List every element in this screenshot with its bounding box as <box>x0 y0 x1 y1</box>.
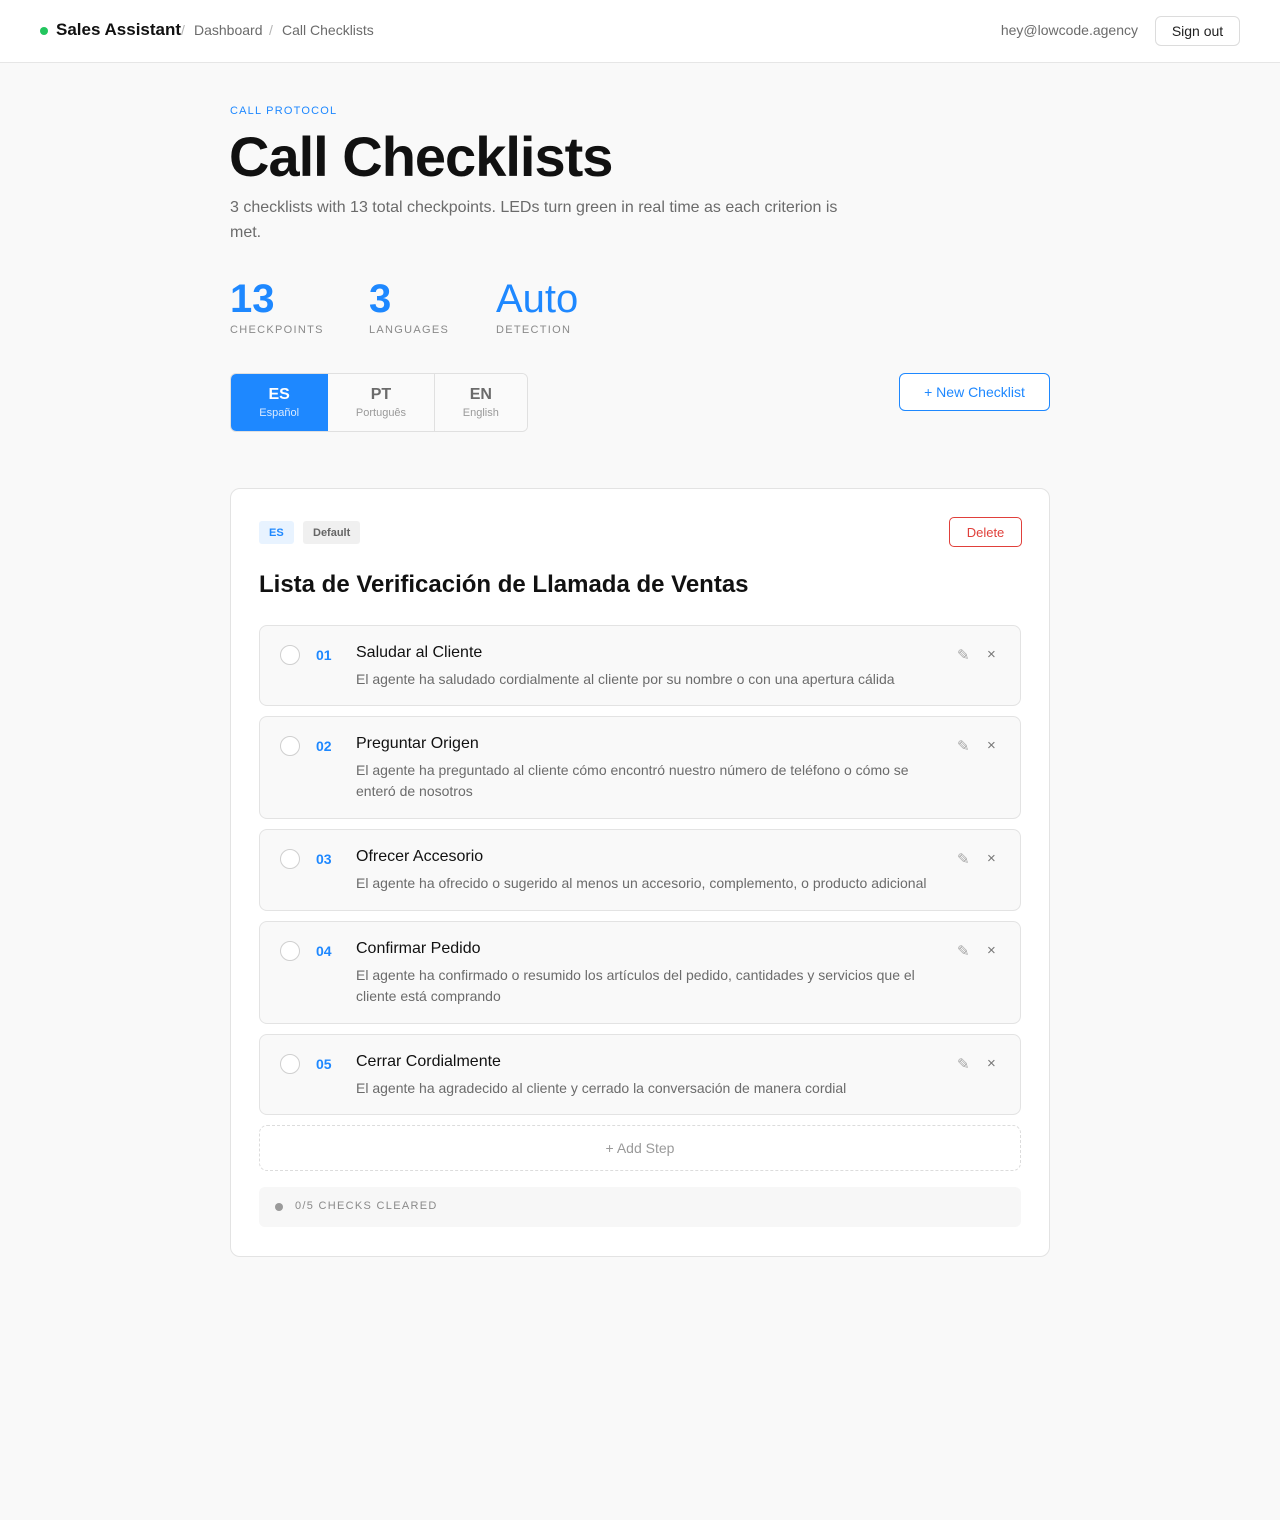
step-title: Saludar al Cliente <box>356 644 483 661</box>
pencil-icon[interactable]: ✎ <box>957 646 970 664</box>
step-number: 01 <box>316 647 332 663</box>
step-description: El agente ha confirmado o resumido los a… <box>356 967 915 1004</box>
led-indicator-icon <box>280 645 300 665</box>
step-number: 05 <box>316 1056 332 1072</box>
stat-value: Auto <box>496 277 579 321</box>
tab-language-pt[interactable]: PT Português <box>328 374 435 431</box>
language-badge: ES <box>259 521 294 544</box>
tab-language-es[interactable]: ES Español <box>231 374 329 431</box>
user-email: hey@lowcode.agency <box>1000 22 1138 38</box>
stat-checkpoints: 13 CHECKPOINTS <box>230 278 324 336</box>
stat-languages: 3 LANGUAGES <box>369 278 449 336</box>
led-indicator-icon <box>280 941 300 961</box>
tab-language-name: English <box>462 407 499 419</box>
stat-value: 13 <box>230 277 275 321</box>
checks-progress: 0/5 CHECKS CLEARED <box>259 1187 1021 1227</box>
tab-language-code: EN <box>469 386 492 403</box>
page-subtitle: 3 checklists with 13 total checkpoints. … <box>230 199 838 241</box>
checklist-card: ES Default Delete Lista de Verificación … <box>230 488 1050 1257</box>
step-description: El agente ha agradecido al cliente y cer… <box>356 1080 847 1096</box>
stat-label: DETECTION <box>496 324 572 336</box>
pencil-icon[interactable]: ✎ <box>957 1055 970 1073</box>
step-title: Confirmar Pedido <box>356 940 481 957</box>
step-number: 04 <box>316 943 332 959</box>
led-indicator-icon <box>280 736 300 756</box>
pencil-icon[interactable]: ✎ <box>957 737 970 755</box>
sign-out-button[interactable]: Sign out <box>1155 16 1240 46</box>
close-icon[interactable]: × <box>987 1055 996 1072</box>
status-dot-icon <box>40 27 48 35</box>
close-icon[interactable]: × <box>987 850 996 867</box>
top-bar: Sales Assistant / Dashboard / Call Check… <box>0 0 1280 63</box>
breadcrumb-separator: / <box>269 22 273 38</box>
stat-label: LANGUAGES <box>369 324 450 336</box>
add-step-button[interactable]: + Add Step <box>259 1125 1021 1171</box>
pencil-icon[interactable]: ✎ <box>957 942 970 960</box>
breadcrumb-current: Call Checklists <box>282 22 374 38</box>
default-badge: Default <box>303 521 361 544</box>
step-title: Preguntar Origen <box>356 735 479 752</box>
step-description: El agente ha ofrecido o sugerido al meno… <box>356 875 927 891</box>
pencil-icon[interactable]: ✎ <box>957 850 970 868</box>
page-eyebrow: CALL PROTOCOL <box>230 105 338 117</box>
checklist-title: Lista de Verificación de Llamada de Vent… <box>259 571 749 598</box>
progress-dot-icon <box>275 1203 283 1211</box>
tab-language-code: ES <box>268 386 290 403</box>
close-icon[interactable]: × <box>987 942 996 959</box>
breadcrumb-separator: / <box>181 22 185 38</box>
language-tabs: ES Español PT Português EN English <box>230 373 528 432</box>
app-name[interactable]: Sales Assistant <box>56 20 181 40</box>
checklist-step: 05 Cerrar Cordialmente El agente ha agra… <box>259 1034 1021 1115</box>
checklist-step: 02 Preguntar Origen El agente ha pregunt… <box>259 716 1021 819</box>
breadcrumb-dashboard[interactable]: Dashboard <box>194 22 263 38</box>
stat-value: 3 <box>369 277 392 321</box>
close-icon[interactable]: × <box>987 646 996 663</box>
step-title: Ofrecer Accesorio <box>356 848 484 865</box>
delete-checklist-button[interactable]: Delete <box>949 517 1022 547</box>
step-description: El agente ha preguntado al cliente cómo … <box>356 762 909 799</box>
checklist-step: 04 Confirmar Pedido El agente ha confirm… <box>259 921 1021 1024</box>
step-number: 02 <box>316 738 332 754</box>
tab-language-code: PT <box>370 386 392 403</box>
stat-detection: Auto DETECTION <box>496 278 578 336</box>
tab-language-name: Español <box>259 407 300 419</box>
progress-text: 0/5 CHECKS CLEARED <box>295 1200 438 1212</box>
stat-label: CHECKPOINTS <box>230 324 324 336</box>
step-title: Cerrar Cordialmente <box>356 1053 501 1070</box>
step-description: El agente ha saludado cordialmente al cl… <box>356 671 895 687</box>
close-icon[interactable]: × <box>987 737 996 754</box>
checklist-step: 01 Saludar al Cliente El agente ha salud… <box>259 625 1021 706</box>
step-number: 03 <box>316 851 332 867</box>
led-indicator-icon <box>280 1054 300 1074</box>
tab-language-en[interactable]: EN English <box>434 374 527 431</box>
led-indicator-icon <box>280 849 300 869</box>
tab-language-name: Português <box>355 407 407 419</box>
page-title: Call Checklists <box>229 125 613 188</box>
new-checklist-button[interactable]: + New Checklist <box>899 373 1050 411</box>
checklist-step: 03 Ofrecer Accesorio El agente ha ofreci… <box>259 829 1021 911</box>
